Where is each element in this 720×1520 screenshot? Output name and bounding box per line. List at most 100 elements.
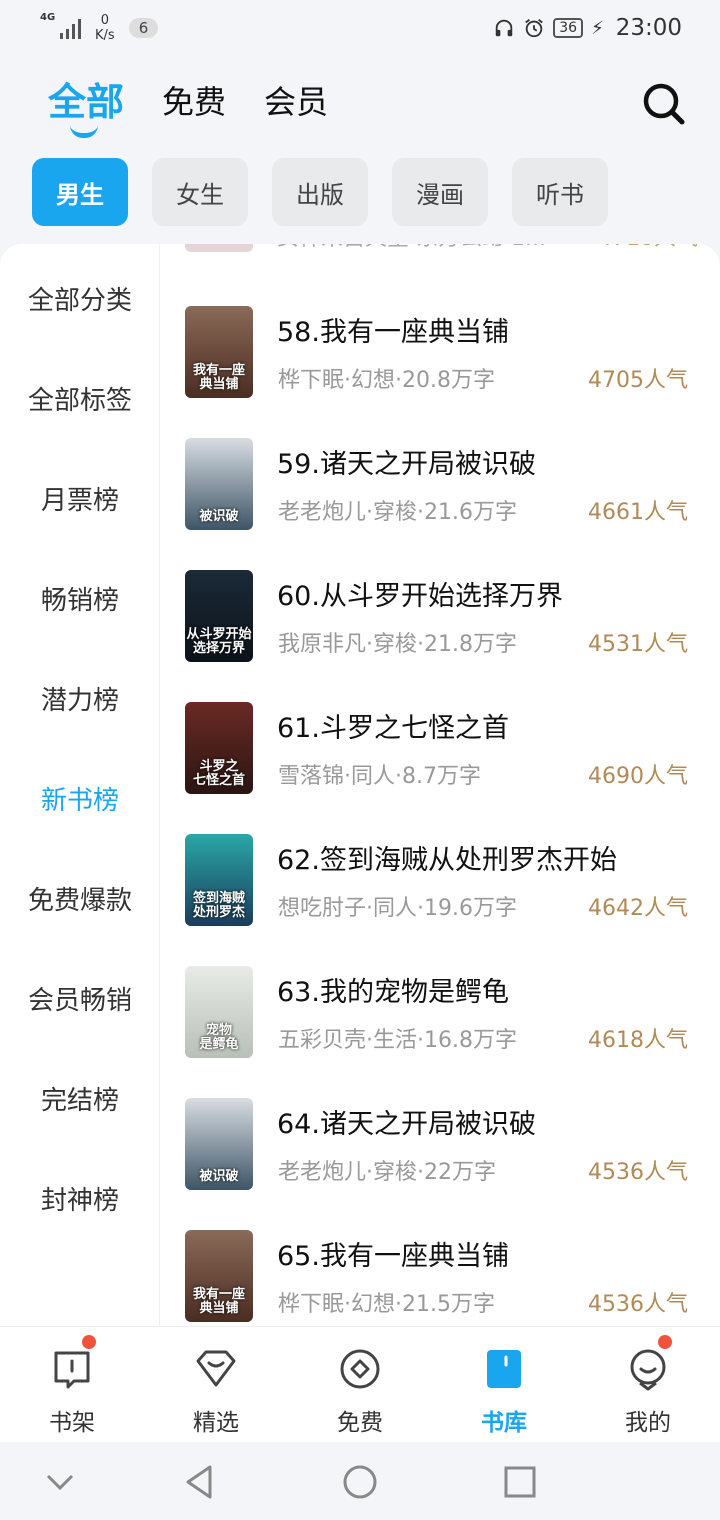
book-popularity: 4710人气	[598, 244, 698, 252]
chevron-down-icon[interactable]	[40, 1462, 80, 1502]
signal-icon: 4G	[40, 13, 81, 39]
book-meta: 雪落锦·同人·8.7万字	[278, 764, 481, 789]
chip-female[interactable]: 女生	[152, 158, 248, 226]
bottom-nav: 书架 精选 免费 书库 我的	[0, 1326, 720, 1442]
book-cover: 我有一座 典当铺	[185, 1230, 253, 1322]
book-popularity: 4531人气	[588, 632, 688, 657]
list-item-partial[interactable]: 女神来自天星·东方玄幻·1... 4710人气	[185, 244, 705, 266]
sidebar-item-all-tags[interactable]: 全部标签	[0, 380, 160, 417]
sidebar-item-completed[interactable]: 完结榜	[0, 1080, 160, 1117]
status-bar: 4G 0 K/s 6 36 ⚡ 23:00	[0, 0, 720, 56]
book-cover-title: 我有一座 典当铺	[192, 363, 245, 392]
book-cover: 被识破	[185, 438, 253, 530]
list-item-book[interactable]: 斗罗之 七怪之首 61.斗罗之七怪之首雪落锦·同人·8.7万字 4690人气	[160, 702, 720, 834]
sidebar-item-hall-of-fame[interactable]: 封神榜	[0, 1180, 160, 1217]
status-left: 4G 0 K/s 6	[40, 13, 159, 43]
tab-vip[interactable]: 会员	[264, 76, 328, 132]
book-cover-title: 斗罗之 七怪之首	[192, 759, 245, 788]
book-cover-title: 被识破	[199, 509, 239, 524]
diamond-icon	[196, 1350, 236, 1387]
badge-dot	[658, 1335, 672, 1349]
book-popularity: 4690人气	[588, 764, 688, 789]
list-item-book[interactable]: 我有一座 典当铺 58.我有一座典当铺桦下眠·幻想·20.8万字 4705人气	[160, 306, 720, 438]
book-meta: 女神来自天星·东方玄幻·1...	[277, 244, 546, 252]
book-cover-title: 从斗罗开始 选择万界	[186, 627, 252, 656]
network-speed-value: 0	[100, 13, 109, 28]
profile-icon	[630, 1349, 666, 1391]
sidebar-item-potential[interactable]: 潜力榜	[0, 680, 160, 717]
nav-label: 精选	[193, 1410, 239, 1436]
book-title: 62.签到海贼从处刑罗杰开始	[277, 845, 617, 876]
nav-library[interactable]: 书库	[432, 1327, 576, 1442]
search-icon[interactable]	[640, 80, 688, 128]
list-item-book[interactable]: 被识破 59.诸天之开局被识破老老炮儿·穿梭·21.6万字 4661人气	[160, 438, 720, 570]
tab-free[interactable]: 免费	[162, 76, 226, 132]
nav-free[interactable]: 免费	[288, 1327, 432, 1442]
status-right: 36 ⚡ 23:00	[493, 15, 682, 41]
book-popularity: 4661人气	[588, 500, 688, 525]
chip-audio[interactable]: 听书	[512, 158, 608, 226]
book-title: 64.诸天之开局被识破	[277, 1109, 536, 1140]
library-icon	[487, 1350, 521, 1388]
book-popularity: 4705人气	[588, 368, 688, 393]
sidebar-item-monthly-ticket[interactable]: 月票榜	[0, 480, 160, 517]
nav-bookshelf[interactable]: 书架	[0, 1327, 144, 1442]
sidebar-item-free-hits[interactable]: 免费爆款	[0, 880, 160, 917]
system-nav-bar	[0, 1442, 720, 1520]
network-type: 4G	[40, 12, 56, 23]
free-circle-icon	[340, 1349, 380, 1389]
tab-all[interactable]: 全部	[48, 76, 124, 138]
book-cover-title: 被识破	[199, 1169, 239, 1184]
network-speed: 0 K/s	[95, 13, 115, 43]
list-item-book[interactable]: 被识破 64.诸天之开局被识破老老炮儿·穿梭·22万字 4536人气	[160, 1098, 720, 1230]
book-popularity: 4536人气	[588, 1160, 688, 1185]
chip-comic[interactable]: 漫画	[392, 158, 488, 226]
list-item-book[interactable]: 宠物 是鳄龟 63.我的宠物是鳄龟 五彩贝壳·生活·16.8万字 4618人气	[160, 966, 720, 1098]
list-item-book[interactable]: 签到海贼 处刑罗杰 62.签到海贼从处刑罗杰开始 想吃肘子·同人·19.6万字 464…	[160, 834, 720, 966]
book-cover: 宠物 是鳄龟	[185, 966, 253, 1058]
book-title: 61.斗罗之七怪之首	[277, 713, 509, 744]
headphones-icon	[495, 19, 513, 37]
badge-dot	[82, 1335, 96, 1349]
nav-profile[interactable]: 我的	[576, 1327, 720, 1442]
ranking-panel: 全部分类 全部标签 月票榜 畅销榜 潜力榜 新书榜 免费爆款 会员畅销 完结榜 …	[0, 244, 720, 1326]
list-item-book[interactable]: 从斗罗开始 选择万界 60.从斗罗开始选择万界 我原非凡·穿梭·21.8万字 4531…	[160, 570, 720, 702]
recents-square-icon[interactable]	[500, 1462, 540, 1502]
sidebar-item-vip-bestseller[interactable]: 会员畅销	[0, 980, 160, 1017]
book-meta: 桦下眠·幻想·20.8万字	[278, 368, 495, 393]
book-meta: 老老炮儿·穿梭·21.6万字	[278, 500, 517, 525]
book-title: 58.我有一座典当铺	[277, 317, 509, 348]
book-meta: 老老炮儿·穿梭·22万字	[278, 1160, 496, 1185]
ranking-sidebar: 全部分类 全部标签 月票榜 畅销榜 潜力榜 新书榜 免费爆款 会员畅销 完结榜 …	[0, 244, 160, 1326]
charging-icon: ⚡	[591, 17, 604, 39]
book-meta: 五彩贝壳·生活·16.8万字	[278, 1028, 517, 1053]
book-cover-title: 我有一座 典当铺	[192, 1287, 245, 1316]
chip-male[interactable]: 男生	[32, 158, 128, 226]
nav-label: 书库	[481, 1410, 527, 1436]
book-popularity: 4536人气	[588, 1292, 688, 1317]
top-tabs: 全部 免费 会员	[48, 76, 328, 138]
sidebar-item-new-books[interactable]: 新书榜	[0, 780, 160, 817]
notification-count: 6	[128, 18, 159, 38]
book-popularity: 4642人气	[588, 896, 688, 921]
nav-featured[interactable]: 精选	[144, 1327, 288, 1442]
back-triangle-icon[interactable]	[180, 1462, 220, 1502]
book-title: 63.我的宠物是鳄龟	[277, 977, 509, 1008]
chip-publish[interactable]: 出版	[272, 158, 368, 226]
book-title: 59.诸天之开局被识破	[277, 449, 536, 480]
book-cover	[185, 244, 253, 252]
home-circle-icon[interactable]	[340, 1462, 380, 1502]
list-item-book[interactable]: 我有一座 典当铺 65.我有一座典当铺 桦下眠·幻想·21.5万字 4536人气	[160, 1230, 720, 1326]
book-cover: 斗罗之 七怪之首	[185, 702, 253, 794]
bookshelf-icon	[54, 1351, 90, 1389]
sidebar-item-all-categories[interactable]: 全部分类	[0, 280, 160, 317]
book-title: 60.从斗罗开始选择万界	[277, 581, 563, 612]
nav-label: 免费	[337, 1410, 383, 1436]
battery-level: 36	[553, 18, 584, 38]
book-cover: 签到海贼 处刑罗杰	[185, 834, 253, 926]
category-chips: 男生 女生 出版 漫画 听书	[32, 158, 608, 226]
book-cover: 从斗罗开始 选择万界	[185, 570, 253, 662]
alarm-icon	[525, 19, 544, 38]
nav-label: 书架	[49, 1410, 95, 1436]
sidebar-item-bestseller[interactable]: 畅销榜	[0, 580, 160, 617]
